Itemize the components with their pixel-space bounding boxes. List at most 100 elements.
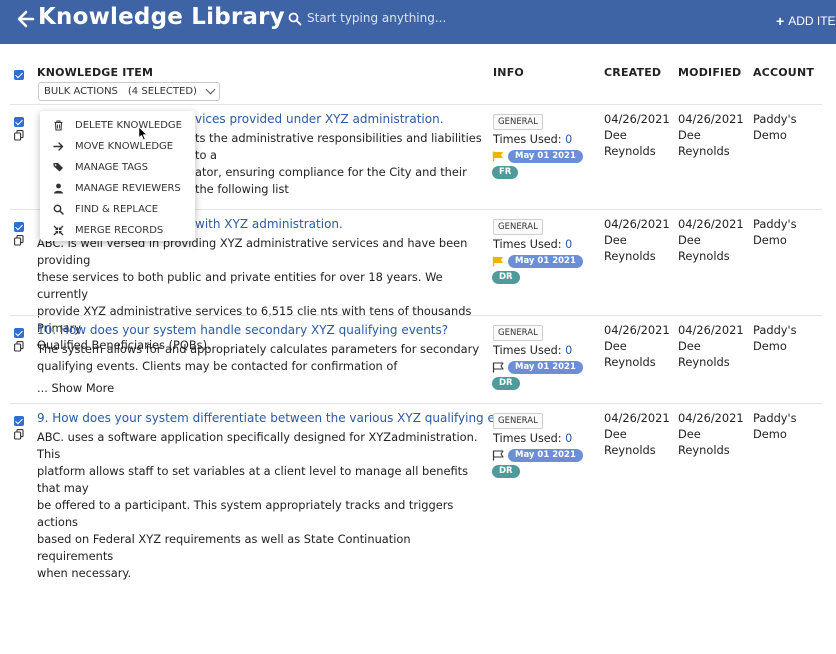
created-date: 04/26/2021 xyxy=(604,112,670,126)
owner-initials-badge: DR xyxy=(492,377,520,390)
copy-icon[interactable] xyxy=(14,130,24,141)
modified-by-first: Dee xyxy=(678,427,701,441)
created-cell: 04/26/2021 Dee Reynolds xyxy=(604,410,670,458)
menu-item-delete-knowledge[interactable]: DELETE KNOWLEDGE xyxy=(40,115,195,136)
menu-item-move-knowledge[interactable]: MOVE KNOWLEDGE xyxy=(40,136,195,157)
modified-by-first: Dee xyxy=(678,339,701,353)
copy-icon[interactable] xyxy=(14,429,24,440)
created-by-first: Dee xyxy=(604,427,627,441)
copy-icon[interactable] xyxy=(14,235,24,246)
body-line: ator, ensuring compliance for the City a… xyxy=(195,165,467,179)
account-cell: Paddy's Demo xyxy=(753,111,797,143)
bulk-actions-dropdown[interactable]: BULK ACTIONS (4 SELECTED) xyxy=(38,82,220,101)
flag-icon[interactable] xyxy=(492,151,505,162)
column-header-created[interactable]: CREATED xyxy=(604,66,661,79)
tag-badge[interactable]: GENERAL xyxy=(493,413,543,429)
body-line: based on Federal XYZ requirements as wel… xyxy=(37,532,411,563)
row-checkbox[interactable] xyxy=(14,328,24,338)
body-line: platform allows staff to set variables a… xyxy=(37,464,469,495)
tag-badge[interactable]: GENERAL xyxy=(493,219,543,235)
flag-outline-icon[interactable] xyxy=(492,362,505,373)
created-by-last: Reynolds xyxy=(604,249,656,263)
knowledge-item-title[interactable]: vices provided under XYZ administration. xyxy=(195,112,444,126)
times-used-count: 0 xyxy=(565,432,573,445)
review-date-pill: May 01 2021 xyxy=(508,449,583,462)
body-line: The system allows for and appropriately … xyxy=(37,342,480,356)
modified-cell: 04/26/2021 Dee Reynolds xyxy=(678,216,744,264)
created-date: 04/26/2021 xyxy=(604,323,670,337)
created-by-first: Dee xyxy=(604,128,627,142)
chevron-down-icon xyxy=(205,84,216,95)
times-used: Times Used: 0 xyxy=(493,133,572,146)
menu-item-merge-records[interactable]: MERGE RECORDS xyxy=(40,220,195,241)
tags-icon xyxy=(53,163,63,172)
account-line: Paddy's xyxy=(753,323,797,337)
tag-badge[interactable]: GENERAL xyxy=(493,325,543,341)
knowledge-item-title[interactable]: 9. How does your system differentiate be… xyxy=(37,411,534,425)
back-arrow-icon[interactable] xyxy=(17,9,35,29)
row-checkbox[interactable] xyxy=(14,416,24,426)
flag-icon[interactable] xyxy=(492,256,505,267)
account-cell: Paddy's Demo xyxy=(753,322,797,354)
times-used-label: Times Used: xyxy=(493,344,562,357)
knowledge-item-title[interactable]: 10. How does your system handle secondar… xyxy=(37,323,448,337)
knowledge-item-title[interactable]: with XYZ administration. xyxy=(195,217,343,231)
body-line: when necessary. xyxy=(37,566,132,580)
modified-date: 04/26/2021 xyxy=(678,411,744,425)
tag-badge[interactable]: GENERAL xyxy=(493,114,543,130)
modified-date: 04/26/2021 xyxy=(678,323,744,337)
modified-by-last: Reynolds xyxy=(678,249,730,263)
page-title: Knowledge Library xyxy=(38,4,285,30)
row-divider xyxy=(10,104,822,105)
trash-icon xyxy=(54,120,63,131)
search-icon xyxy=(288,12,302,26)
person-icon xyxy=(54,183,63,194)
times-used-label: Times Used: xyxy=(493,432,562,445)
search-input[interactable] xyxy=(307,8,607,28)
row-checkbox[interactable] xyxy=(14,117,24,127)
row-checkbox[interactable] xyxy=(14,222,24,232)
arrow-right-icon xyxy=(53,142,64,151)
created-date: 04/26/2021 xyxy=(604,411,670,425)
created-by-first: Dee xyxy=(604,339,627,353)
created-by-last: Reynolds xyxy=(604,144,656,158)
column-header-info[interactable]: INFO xyxy=(493,66,524,79)
copy-icon[interactable] xyxy=(14,341,24,352)
row-divider xyxy=(10,403,822,404)
add-item-button[interactable]: + ADD ITE xyxy=(776,13,836,29)
column-header-knowledge-item[interactable]: KNOWLEDGE ITEM xyxy=(37,66,153,79)
times-used: Times Used: 0 xyxy=(493,238,572,251)
row-divider xyxy=(10,315,822,316)
modified-date: 04/26/2021 xyxy=(678,112,744,126)
review-date-pill: May 01 2021 xyxy=(508,255,583,268)
times-used: Times Used: 0 xyxy=(493,344,572,357)
created-by-last: Reynolds xyxy=(604,355,656,369)
modified-cell: 04/26/2021 Dee Reynolds xyxy=(678,322,744,370)
modified-by-first: Dee xyxy=(678,233,701,247)
menu-item-label: DELETE KNOWLEDGE xyxy=(75,120,182,131)
account-cell: Paddy's Demo xyxy=(753,216,797,248)
times-used-label: Times Used: xyxy=(493,238,562,251)
column-header-modified[interactable]: MODIFIED xyxy=(678,66,741,79)
account-line: Demo xyxy=(753,427,787,441)
menu-item-find-replace[interactable]: FIND & REPLACE xyxy=(40,199,195,220)
merge-icon xyxy=(53,225,64,236)
show-more-link[interactable]: ... Show More xyxy=(37,381,114,395)
menu-item-label: MOVE KNOWLEDGE xyxy=(75,141,174,152)
flag-outline-icon[interactable] xyxy=(492,450,505,461)
times-used-count: 0 xyxy=(565,238,573,251)
knowledge-item-body: The system allows for and appropriately … xyxy=(37,341,482,375)
column-header-account[interactable]: ACCOUNT xyxy=(753,66,814,79)
menu-item-manage-tags[interactable]: MANAGE TAGS xyxy=(40,157,195,178)
body-line: qualifying events. Clients may be contac… xyxy=(37,359,398,373)
modified-by-last: Reynolds xyxy=(678,355,730,369)
add-item-label: ADD ITE xyxy=(788,14,836,28)
times-used-count: 0 xyxy=(565,344,573,357)
select-all-checkbox[interactable] xyxy=(14,70,24,80)
bulk-actions-label: BULK ACTIONS xyxy=(44,86,118,97)
created-by-last: Reynolds xyxy=(604,443,656,457)
menu-item-manage-reviewers[interactable]: MANAGE REVIEWERS xyxy=(40,178,195,199)
account-line: Demo xyxy=(753,128,787,142)
owner-initials-badge: DR xyxy=(492,465,520,478)
knowledge-item-body: ABC. uses a software application specifi… xyxy=(37,429,482,582)
